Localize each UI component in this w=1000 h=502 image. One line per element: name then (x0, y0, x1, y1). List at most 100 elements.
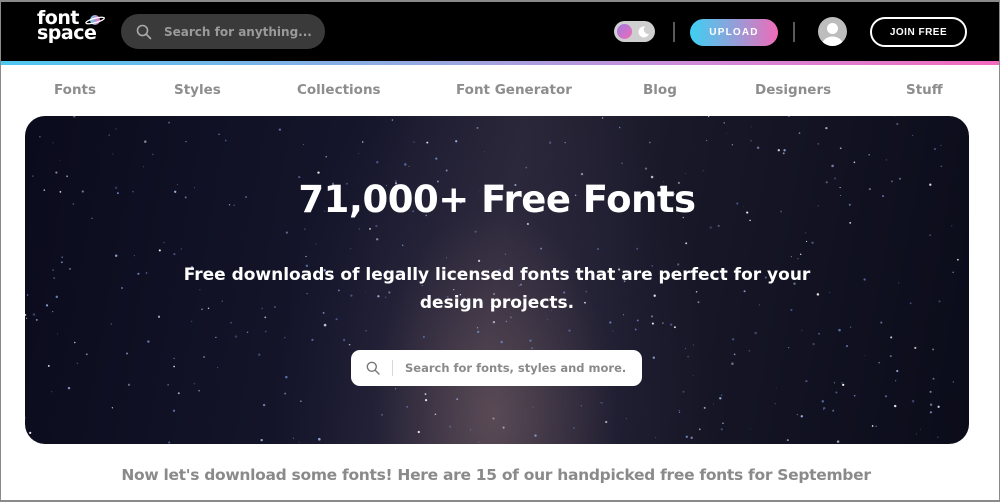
user-avatar[interactable] (818, 17, 847, 46)
star (311, 338, 314, 341)
hero-search-input[interactable]: Search for fonts, styles and more. (351, 350, 642, 386)
star (474, 230, 477, 233)
star (177, 392, 180, 395)
star (636, 319, 639, 322)
star (790, 256, 792, 258)
star (167, 384, 169, 386)
star (655, 437, 657, 439)
star (361, 141, 364, 143)
star (115, 128, 117, 130)
star (446, 257, 448, 259)
star (318, 437, 321, 441)
star (375, 224, 378, 228)
join-free-button[interactable]: JOIN FREE (870, 17, 967, 47)
star (678, 409, 680, 412)
star (756, 146, 760, 150)
star (597, 248, 599, 250)
star (621, 162, 623, 165)
nav-item-blog[interactable]: Blog (643, 82, 677, 98)
star (951, 225, 953, 227)
star (720, 428, 723, 431)
star (821, 400, 825, 403)
toggle-knob (617, 24, 632, 39)
star (612, 330, 614, 332)
star (284, 392, 287, 395)
star (911, 400, 915, 403)
star (502, 426, 505, 429)
nav-item-styles[interactable]: Styles (174, 82, 221, 98)
global-search-input[interactable]: Search for anything... (121, 14, 325, 49)
user-icon (822, 23, 843, 46)
star (203, 356, 205, 358)
star (424, 398, 428, 402)
nav-item-stuff[interactable]: Stuff (906, 82, 943, 98)
upload-button[interactable]: UPLOAD (690, 19, 778, 46)
star (929, 411, 933, 414)
star (121, 287, 123, 289)
star (246, 331, 249, 334)
nav-item-fonts[interactable]: Fonts (54, 82, 96, 98)
star (69, 268, 71, 270)
star (673, 326, 676, 329)
star (831, 164, 834, 168)
star (878, 362, 880, 364)
star (932, 348, 935, 351)
star (833, 382, 836, 384)
search-divider (392, 360, 393, 376)
star (811, 241, 814, 245)
star (805, 232, 807, 234)
star (469, 429, 472, 431)
star (726, 132, 727, 134)
star (909, 302, 912, 305)
star (894, 404, 897, 408)
star (505, 320, 508, 323)
dark-mode-toggle[interactable] (614, 21, 655, 42)
star (719, 397, 722, 400)
star (234, 335, 238, 338)
star (893, 116, 895, 117)
star (190, 320, 193, 323)
star (652, 356, 655, 359)
star (278, 128, 282, 131)
star (845, 345, 849, 348)
star (350, 248, 352, 250)
star (32, 175, 34, 177)
star (929, 390, 932, 393)
star (890, 336, 893, 339)
star (500, 340, 503, 344)
star (158, 249, 161, 252)
hero-subtitle: Free downloads of legally licensed fonts… (183, 265, 811, 313)
star (940, 144, 942, 146)
star (325, 156, 327, 158)
star (260, 438, 263, 442)
star (323, 323, 327, 327)
star (168, 121, 171, 124)
star (45, 304, 49, 307)
nav-item-font-generator[interactable]: Font Generator (456, 82, 572, 98)
star (217, 367, 219, 368)
star (76, 362, 79, 365)
star (644, 167, 648, 170)
star (476, 327, 479, 329)
nav-item-designers[interactable]: Designers (755, 82, 831, 98)
star (838, 328, 841, 332)
star (145, 272, 148, 274)
star (938, 300, 941, 303)
star (707, 116, 710, 118)
star (144, 140, 147, 143)
star (376, 161, 379, 164)
star (74, 341, 76, 344)
star (224, 139, 227, 142)
star (871, 425, 874, 427)
star (401, 244, 404, 247)
star (435, 157, 438, 160)
star (35, 441, 37, 443)
star (749, 428, 751, 430)
star (114, 254, 118, 257)
star (839, 147, 842, 150)
star (413, 141, 415, 143)
divider (793, 22, 795, 42)
star (670, 323, 673, 326)
star (732, 338, 735, 341)
nav-item-collections[interactable]: Collections (297, 82, 381, 98)
